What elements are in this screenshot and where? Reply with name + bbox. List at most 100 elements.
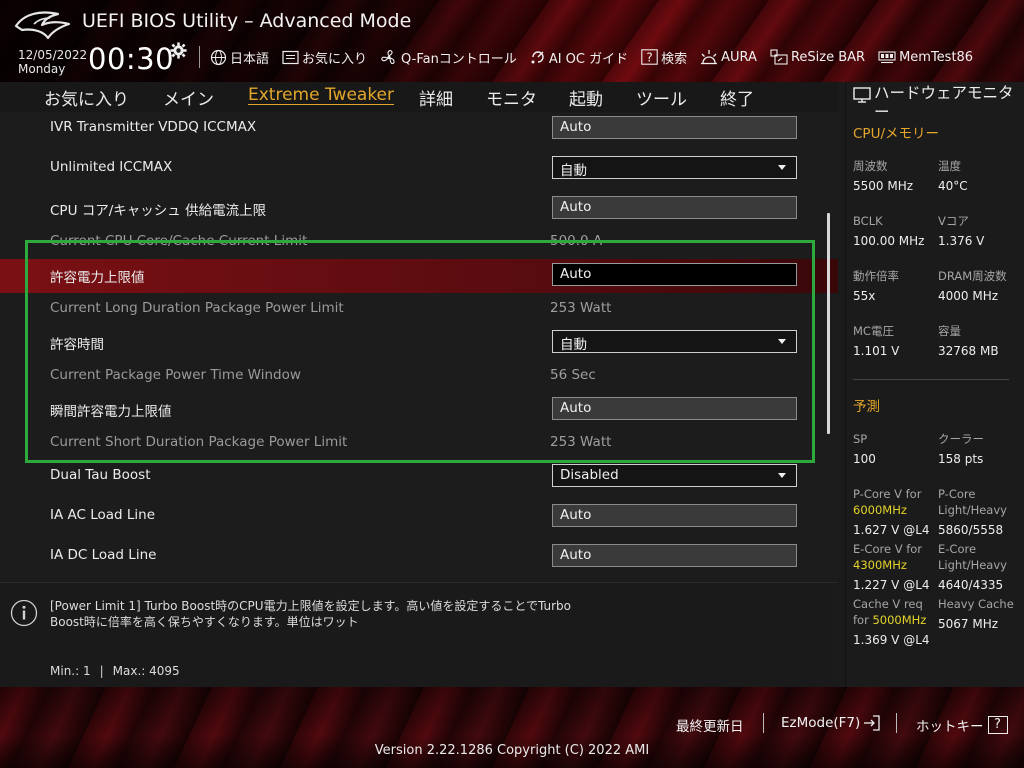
unlimited-iccmax-select[interactable]: 自動 xyxy=(552,156,797,179)
settings-scrollbar[interactable] xyxy=(827,213,830,434)
setting-label: 瞬間許容電力上限値 xyxy=(50,404,172,420)
toolbar-favorites[interactable]: お気に入り xyxy=(282,48,367,67)
tab-boot[interactable]: 起動 xyxy=(569,85,603,110)
chevron-down-icon xyxy=(778,473,786,478)
setting-row-current-long-power-limit: Current Long Duration Package Power Limi… xyxy=(0,293,838,327)
cache-v-frequency-line: for 5000MHz xyxy=(853,613,926,628)
setting-row-ia-dc-load-line[interactable]: IA DC Load Line Auto xyxy=(0,540,838,574)
pcore-v-frequency: 6000MHz xyxy=(853,503,907,517)
setting-row-dual-tau-boost[interactable]: Dual Tau Boost Disabled xyxy=(0,460,838,494)
setting-row-ia-ac-load-line[interactable]: IA AC Load Line Auto xyxy=(0,500,838,534)
prediction-section-title: 予測 xyxy=(853,399,880,415)
vcore-value: 1.376 V xyxy=(938,234,985,248)
globe-icon xyxy=(210,49,227,65)
toolbar-memtest[interactable]: MemTest86 xyxy=(878,50,973,65)
favorites-icon xyxy=(282,50,299,64)
cache-v-for: for xyxy=(853,613,869,627)
memtest-icon xyxy=(878,51,896,64)
setting-row-ivr-vddq-iccmax[interactable]: IVR Transmitter VDDQ ICCMAX Auto xyxy=(0,112,838,146)
hardware-monitor-panel: ハードウェアモニター CPU/メモリー 周波数 温度 5500 MHz 40°C… xyxy=(845,82,1024,687)
search-icon: ? xyxy=(641,49,658,65)
ia-ac-load-line-input[interactable]: Auto xyxy=(552,504,797,527)
dual-tau-boost-select[interactable]: Disabled xyxy=(552,464,797,487)
pcore-lh-label: P-Core xyxy=(938,487,976,501)
hotkey-label: ホットキー xyxy=(916,719,984,735)
cache-v-label: Cache V req xyxy=(853,597,923,611)
fan-icon xyxy=(381,49,395,64)
ia-dc-load-line-input[interactable]: Auto xyxy=(552,544,797,567)
header-divider xyxy=(199,46,200,68)
ecore-v-label: E-Core V for xyxy=(853,542,923,556)
setting-readonly-value: 56 Sec xyxy=(550,367,596,383)
toolbar-resize-bar[interactable]: ReSize BAR xyxy=(770,49,865,65)
help-min: Min.: 1 xyxy=(50,664,91,678)
setting-row-power-limit-2[interactable]: 瞬間許容電力上限値 Auto xyxy=(0,393,838,427)
ezmode-button[interactable]: EzMode(F7) xyxy=(781,715,881,731)
setting-label: Current Package Power Time Window xyxy=(50,367,301,383)
last-modified-button[interactable]: 最終更新日 xyxy=(676,715,744,735)
setting-row-unlimited-iccmax[interactable]: Unlimited ICCMAX 自動 xyxy=(0,152,838,186)
toolbar-search[interactable]: ? 検索 xyxy=(641,48,687,67)
time-window-select[interactable]: 自動 xyxy=(552,330,797,353)
setting-label: IA DC Load Line xyxy=(50,547,157,563)
toolbar-language[interactable]: 日本語 xyxy=(210,48,269,67)
ecore-lh-value: 4640/4335 xyxy=(938,578,1004,592)
tab-main[interactable]: メイン xyxy=(163,85,214,110)
cooler-value: 158 pts xyxy=(938,452,984,466)
tab-monitor[interactable]: モニタ xyxy=(486,85,537,110)
sp-value: 100 xyxy=(853,452,876,466)
toolbar-ai-oc[interactable]: AI OC ガイド xyxy=(530,48,628,67)
power-limit-2-input[interactable]: Auto xyxy=(552,397,797,420)
tab-exit[interactable]: 終了 xyxy=(720,85,754,110)
tab-tool[interactable]: ツール xyxy=(636,85,687,110)
vcore-label: Vコア xyxy=(938,214,969,228)
setting-readonly-value: 253 Watt xyxy=(550,434,612,450)
ivr-vddq-iccmax-input[interactable]: Auto xyxy=(552,116,797,139)
ai-oc-icon xyxy=(531,51,544,64)
main-nav: お気に入り メイン Extreme Tweaker 詳細 モニタ 起動 ツール … xyxy=(0,82,838,112)
dropdown-value: 自動 xyxy=(560,163,587,179)
tab-advanced[interactable]: 詳細 xyxy=(419,85,453,110)
pcore-lh-sublabel: Light/Heavy xyxy=(938,503,1007,517)
gear-icon[interactable] xyxy=(170,42,187,59)
dram-frequency-value: 4000 MHz xyxy=(938,289,999,303)
setting-row-power-limit-1[interactable]: 許容電力上限値 Auto xyxy=(0,259,838,293)
toolbar-memtest-label: MemTest86 xyxy=(899,49,974,65)
toolbar: 日本語 お気に入り Q-Fanコントロール AI OC ガイド ? 検索 AUR… xyxy=(210,46,986,68)
exit-arrow-icon xyxy=(864,715,880,731)
version-text: Version 2.22.1286 Copyright (C) 2022 AMI xyxy=(374,743,650,758)
setting-readonly-value: 253 Watt xyxy=(550,300,612,316)
setting-label: CPU コア/キャッシュ 供給電流上限 xyxy=(50,203,267,219)
toolbar-favorites-label: お気に入り xyxy=(302,51,368,67)
setting-row-time-window[interactable]: 許容時間 自動 xyxy=(0,326,838,360)
settings-list: IVR Transmitter VDDQ ICCMAX Auto Unlimit… xyxy=(0,112,838,578)
tab-favorites[interactable]: お気に入り xyxy=(44,85,129,110)
setting-row-cpu-current-limit[interactable]: CPU コア/キャッシュ 供給電流上限 Auto xyxy=(0,192,838,226)
help-text-line-1: [Power Limit 1] Turbo Boost時のCPU電力上限値を設定… xyxy=(50,599,572,613)
tab-extreme-tweaker[interactable]: Extreme Tweaker xyxy=(248,85,394,105)
cache-v-value: 1.369 V @L4 xyxy=(853,633,930,647)
ecore-v-frequency: 4300MHz xyxy=(853,558,907,572)
setting-row-current-short-power-limit: Current Short Duration Package Power Lim… xyxy=(0,427,838,461)
hotkey-button[interactable]: ホットキー ? xyxy=(916,715,1008,735)
ratio-label: 動作倍率 xyxy=(853,269,899,283)
setting-row-current-cpu-current-limit: Current CPU Core/Cache Current Limit 500… xyxy=(0,226,838,260)
capacity-label: 容量 xyxy=(938,324,961,338)
setting-label: 許容電力上限値 xyxy=(50,270,145,286)
toolbar-aura[interactable]: AURA xyxy=(700,49,757,65)
cache-v-frequency: 5000MHz xyxy=(872,613,927,627)
help-text-line-2: Boost時に倍率を高く保ちやすくなります。単位はワット xyxy=(50,615,359,629)
toolbar-qfan[interactable]: Q-Fanコントロール xyxy=(380,48,517,67)
power-limit-1-input[interactable]: Auto xyxy=(552,263,797,286)
monitor-divider xyxy=(853,379,1009,380)
monitor-title: ハードウェアモニター xyxy=(874,84,1014,121)
pcore-lh-value: 5860/5558 xyxy=(938,523,1004,537)
toolbar-language-label: 日本語 xyxy=(230,51,270,67)
cpu-current-limit-input[interactable]: Auto xyxy=(552,196,797,219)
setting-readonly-value: 500.0 A xyxy=(550,233,603,249)
setting-row-current-time-window: Current Package Power Time Window 56 Sec xyxy=(0,360,838,394)
toolbar-aura-label: AURA xyxy=(721,49,757,65)
dropdown-value: Disabled xyxy=(560,467,619,483)
dropdown-value: 自動 xyxy=(560,337,587,353)
setting-label: Dual Tau Boost xyxy=(50,467,151,483)
